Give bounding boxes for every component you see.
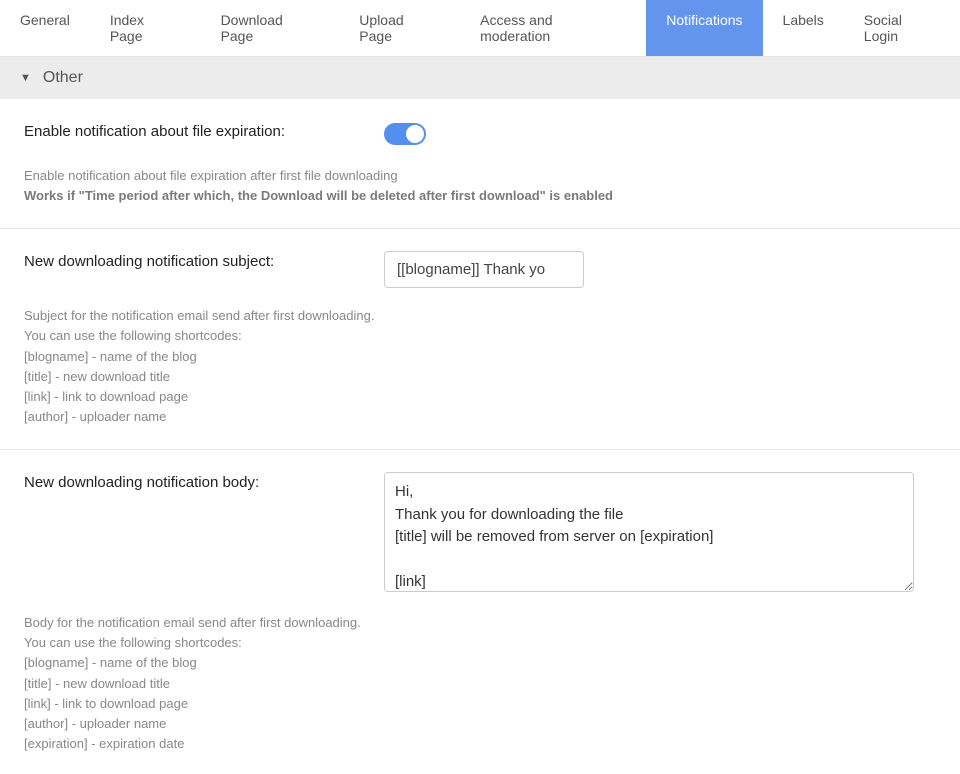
panel-other: Enable notification about file expiratio…: [0, 99, 960, 774]
field-enable-expiration: Enable notification about file expiratio…: [0, 99, 960, 148]
textarea-body[interactable]: [384, 472, 914, 592]
field-subject: New downloading notification subject:: [0, 229, 960, 288]
shortcode-line: [author] - uploader name: [24, 407, 936, 427]
label-body: New downloading notification body:: [24, 472, 384, 491]
tab-upload-page[interactable]: Upload Page: [339, 0, 460, 56]
shortcode-line: [link] - link to download page: [24, 387, 936, 407]
section-header-other[interactable]: ▼ Other: [0, 57, 960, 99]
tab-access-moderation[interactable]: Access and moderation: [460, 0, 646, 56]
help-enable-expiration: Enable notification about file expiratio…: [0, 148, 960, 229]
help-text: Enable notification about file expiratio…: [24, 166, 936, 186]
tabs-bar: General Index Page Download Page Upload …: [0, 0, 960, 57]
label-subject: New downloading notification subject:: [24, 251, 384, 270]
tab-social-login[interactable]: Social Login: [844, 0, 960, 56]
chevron-down-icon: ▼: [20, 72, 31, 84]
help-subject: Subject for the notification email send …: [0, 288, 960, 450]
toggle-knob: [406, 125, 424, 143]
shortcode-line: [blogname] - name of the blog: [24, 653, 936, 673]
toggle-enable-expiration[interactable]: [384, 123, 426, 145]
shortcode-line: [blogname] - name of the blog: [24, 347, 936, 367]
shortcode-line: [link] - link to download page: [24, 694, 936, 714]
tab-labels[interactable]: Labels: [763, 0, 844, 56]
input-subject[interactable]: [384, 251, 584, 288]
tab-download-page[interactable]: Download Page: [201, 0, 340, 56]
section-title: Other: [43, 69, 83, 87]
help-text-bold: Works if "Time period after which, the D…: [24, 186, 936, 206]
help-text: Body for the notification email send aft…: [24, 613, 936, 633]
help-text: Subject for the notification email send …: [24, 306, 936, 326]
tab-index-page[interactable]: Index Page: [90, 0, 201, 56]
field-body: New downloading notification body:: [0, 450, 960, 595]
shortcode-line: [expiration] - expiration date: [24, 734, 936, 754]
help-body: Body for the notification email send aft…: [0, 595, 960, 754]
tab-general[interactable]: General: [0, 0, 90, 56]
help-text: You can use the following shortcodes:: [24, 326, 936, 346]
help-text: You can use the following shortcodes:: [24, 633, 936, 653]
label-enable-expiration: Enable notification about file expiratio…: [24, 121, 384, 140]
shortcode-line: [title] - new download title: [24, 674, 936, 694]
tab-notifications[interactable]: Notifications: [646, 0, 762, 56]
shortcode-line: [title] - new download title: [24, 367, 936, 387]
shortcode-line: [author] - uploader name: [24, 714, 936, 734]
